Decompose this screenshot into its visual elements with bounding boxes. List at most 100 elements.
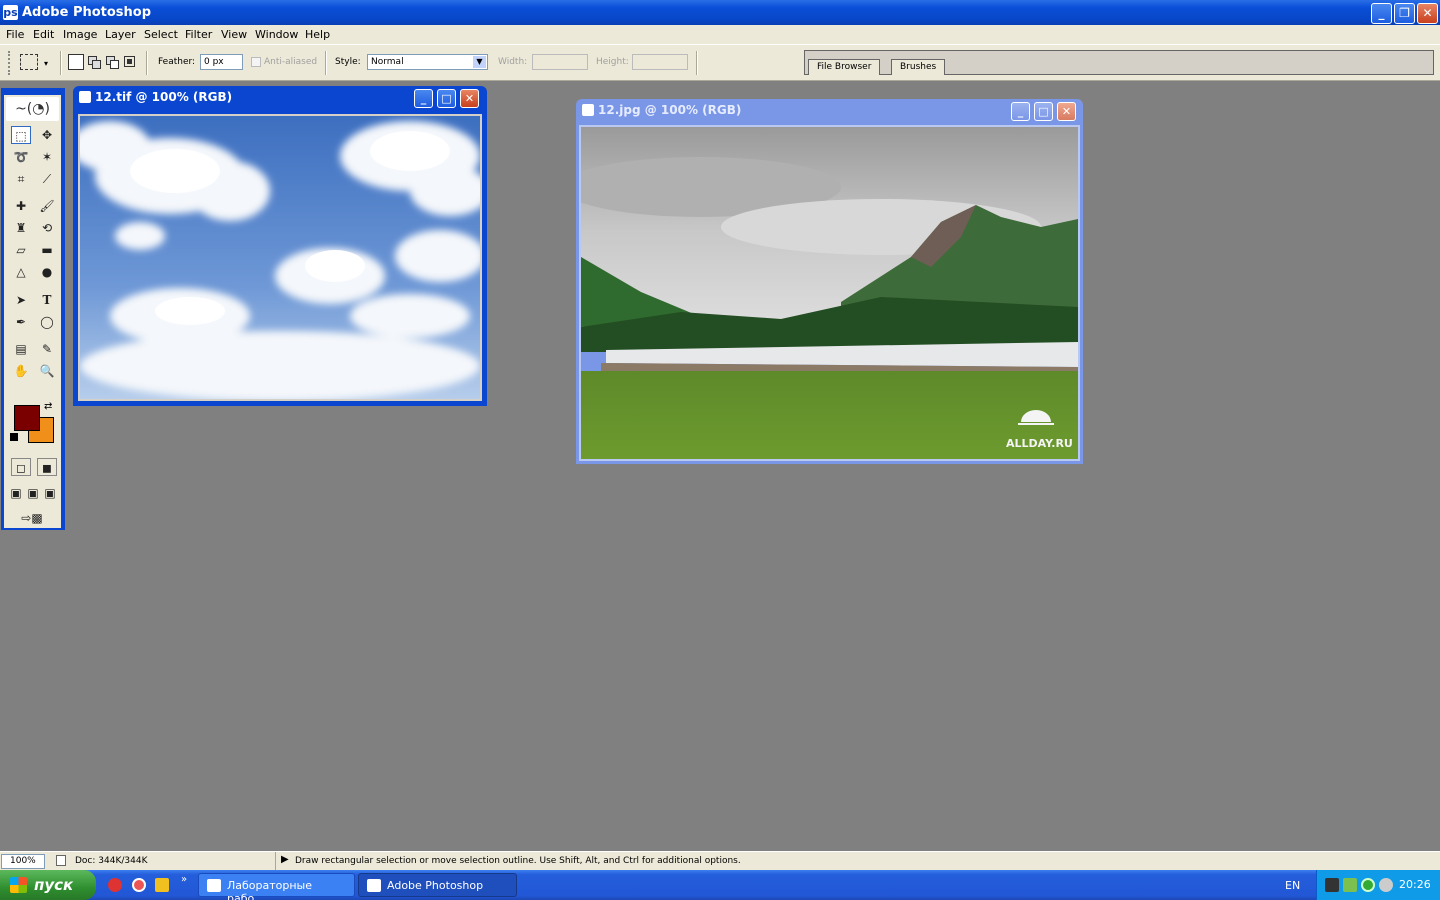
eraser-tool-icon[interactable]: ▱	[11, 241, 31, 259]
tray-network-icon[interactable]	[1343, 878, 1357, 892]
close-button[interactable]: ✕	[1417, 3, 1438, 24]
yandex-browser-icon[interactable]	[108, 878, 122, 892]
menu-window[interactable]: Window	[255, 28, 298, 41]
eyedropper-tool-icon[interactable]: ✎	[37, 340, 57, 358]
task-label: Лабораторные рабо...	[227, 879, 313, 900]
marquee-tool-preset-icon[interactable]	[20, 54, 38, 70]
magic-wand-tool-icon[interactable]: ✶	[37, 148, 57, 166]
menu-edit[interactable]: Edit	[33, 28, 54, 41]
document-window-12-tif[interactable]: 12.tif @ 100% (RGB) _ □ ✕	[73, 86, 487, 406]
landscape-image[interactable]: ALLDAY.RU	[579, 125, 1080, 461]
style-label: Style:	[335, 57, 361, 67]
minimize-button[interactable]: _	[1371, 3, 1392, 24]
history-brush-tool-icon[interactable]: ⟲	[37, 219, 57, 237]
tab-file-browser[interactable]: File Browser	[808, 59, 881, 75]
ellipse-tool-icon[interactable]: ◯	[37, 313, 57, 331]
opera-icon[interactable]	[132, 878, 146, 892]
menu-file[interactable]: File	[6, 28, 24, 41]
task-word-document[interactable]: Лабораторные рабо...	[198, 873, 355, 900]
menu-select[interactable]: Select	[144, 28, 178, 41]
tray-icq-icon[interactable]	[1361, 878, 1375, 892]
document-info-icon[interactable]	[56, 855, 66, 866]
move-tool-icon[interactable]: ✥	[37, 126, 57, 144]
width-input	[532, 54, 588, 70]
tray-app-icon[interactable]	[1325, 878, 1339, 892]
jump-to-imageready-icon[interactable]: ⇨▩	[11, 509, 53, 527]
winamp-icon[interactable]	[155, 878, 169, 892]
full-screen-mode-icon[interactable]: ▣	[42, 484, 58, 502]
windows-logo-icon	[10, 877, 27, 893]
doc-close-button[interactable]: ✕	[460, 89, 479, 108]
options-bar-grip[interactable]	[8, 51, 12, 75]
menu-help[interactable]: Help	[305, 28, 330, 41]
app-title-bar: ps Adobe Photoshop _ ❐ ✕	[0, 0, 1440, 25]
foreground-color-swatch[interactable]	[14, 405, 40, 431]
crop-tool-icon[interactable]: ⌗	[11, 170, 31, 188]
type-tool-icon[interactable]: T	[37, 291, 57, 309]
chevron-down-icon[interactable]: ▾	[44, 59, 48, 68]
new-selection-icon[interactable]	[68, 54, 84, 70]
sky-clouds-image[interactable]	[78, 114, 482, 401]
zoom-input[interactable]: 100%	[1, 854, 45, 869]
start-button[interactable]: пуск	[0, 870, 96, 900]
feather-input[interactable]: 0 px	[200, 54, 243, 70]
gradient-tool-icon[interactable]: ▬	[37, 241, 57, 259]
subtract-selection-icon[interactable]	[104, 54, 120, 70]
anti-aliased-label: Anti-aliased	[264, 57, 318, 67]
rectangular-marquee-tool-icon[interactable]: ⬚	[11, 126, 31, 144]
style-select-value: Normal	[371, 57, 404, 67]
dodge-tool-icon[interactable]: ●	[37, 263, 57, 281]
clock: 20:26	[1399, 878, 1431, 891]
tray-volume-icon[interactable]	[1379, 878, 1393, 892]
restore-button[interactable]: ❐	[1394, 3, 1415, 24]
standard-mode-icon[interactable]: ◻	[11, 458, 31, 476]
doc-maximize-button[interactable]: □	[437, 89, 456, 108]
healing-brush-tool-icon[interactable]: ✚	[11, 197, 31, 215]
document-window-12-jpg[interactable]: 12.jpg @ 100% (RGB) _ □ ✕ ALLDAY.RU	[576, 99, 1083, 464]
play-arrow-icon[interactable]: ▶	[281, 854, 289, 865]
path-selection-tool-icon[interactable]: ➤	[11, 291, 31, 309]
chevron-right-icon[interactable]: »	[181, 874, 187, 885]
app-title: Adobe Photoshop	[22, 5, 152, 20]
intersect-selection-icon[interactable]	[122, 54, 138, 70]
notes-tool-icon[interactable]: ▤	[11, 340, 31, 358]
slice-tool-icon[interactable]: ⟋	[37, 170, 57, 188]
standard-screen-mode-icon[interactable]: ▣	[8, 484, 24, 502]
quick-mask-mode-icon[interactable]: ◼	[37, 458, 57, 476]
adobe-online-icon[interactable]: ~(◔)	[6, 97, 59, 121]
anti-aliased-checkbox[interactable]	[251, 57, 261, 67]
hand-tool-icon[interactable]: ✋	[11, 362, 31, 380]
task-adobe-photoshop[interactable]: Adobe Photoshop	[358, 873, 517, 897]
doc-size-info: Doc: 344K/344K	[75, 856, 148, 866]
menu-layer[interactable]: Layer	[105, 28, 136, 41]
taskbar: пуск » Лабораторные рабо... Adobe Photos…	[0, 870, 1440, 900]
system-tray: 20:26	[1316, 870, 1440, 900]
doc-minimize-button[interactable]: _	[1011, 102, 1030, 121]
style-select[interactable]: Normal ▼	[367, 54, 488, 70]
swap-colors-icon[interactable]: ⇄	[44, 401, 52, 412]
doc-minimize-button[interactable]: _	[414, 89, 433, 108]
lasso-tool-icon[interactable]: ➰	[11, 148, 31, 166]
menu-view[interactable]: View	[221, 28, 247, 41]
palette-well: File Browser Brushes	[804, 50, 1434, 75]
document-icon	[582, 104, 594, 116]
full-screen-menu-mode-icon[interactable]: ▣	[25, 484, 41, 502]
tab-brushes[interactable]: Brushes	[891, 59, 946, 75]
brush-tool-icon[interactable]: 🖌	[37, 197, 57, 215]
tools-palette: ~(◔) ⬚ ✥ ➰ ✶ ⌗ ⟋ ✚ 🖌 ♜ ⟲ ▱ ▬ △ ● ➤ T ✒ ◯…	[1, 88, 65, 530]
default-colors-icon[interactable]	[10, 433, 18, 441]
menu-bar: File Edit Image Layer Select Filter View…	[0, 25, 1440, 45]
menu-filter[interactable]: Filter	[185, 28, 212, 41]
menu-image[interactable]: Image	[63, 28, 97, 41]
clone-stamp-tool-icon[interactable]: ♜	[11, 219, 31, 237]
document-icon	[79, 91, 91, 103]
doc-close-button[interactable]: ✕	[1057, 102, 1076, 121]
doc-maximize-button[interactable]: □	[1034, 102, 1053, 121]
add-selection-icon[interactable]	[86, 54, 102, 70]
zoom-tool-icon[interactable]: 🔍	[37, 362, 57, 380]
blur-tool-icon[interactable]: △	[11, 263, 31, 281]
pen-tool-icon[interactable]: ✒	[11, 313, 31, 331]
height-label: Height:	[596, 57, 629, 67]
language-indicator[interactable]: EN	[1285, 879, 1300, 892]
photoshop-icon	[367, 879, 381, 892]
